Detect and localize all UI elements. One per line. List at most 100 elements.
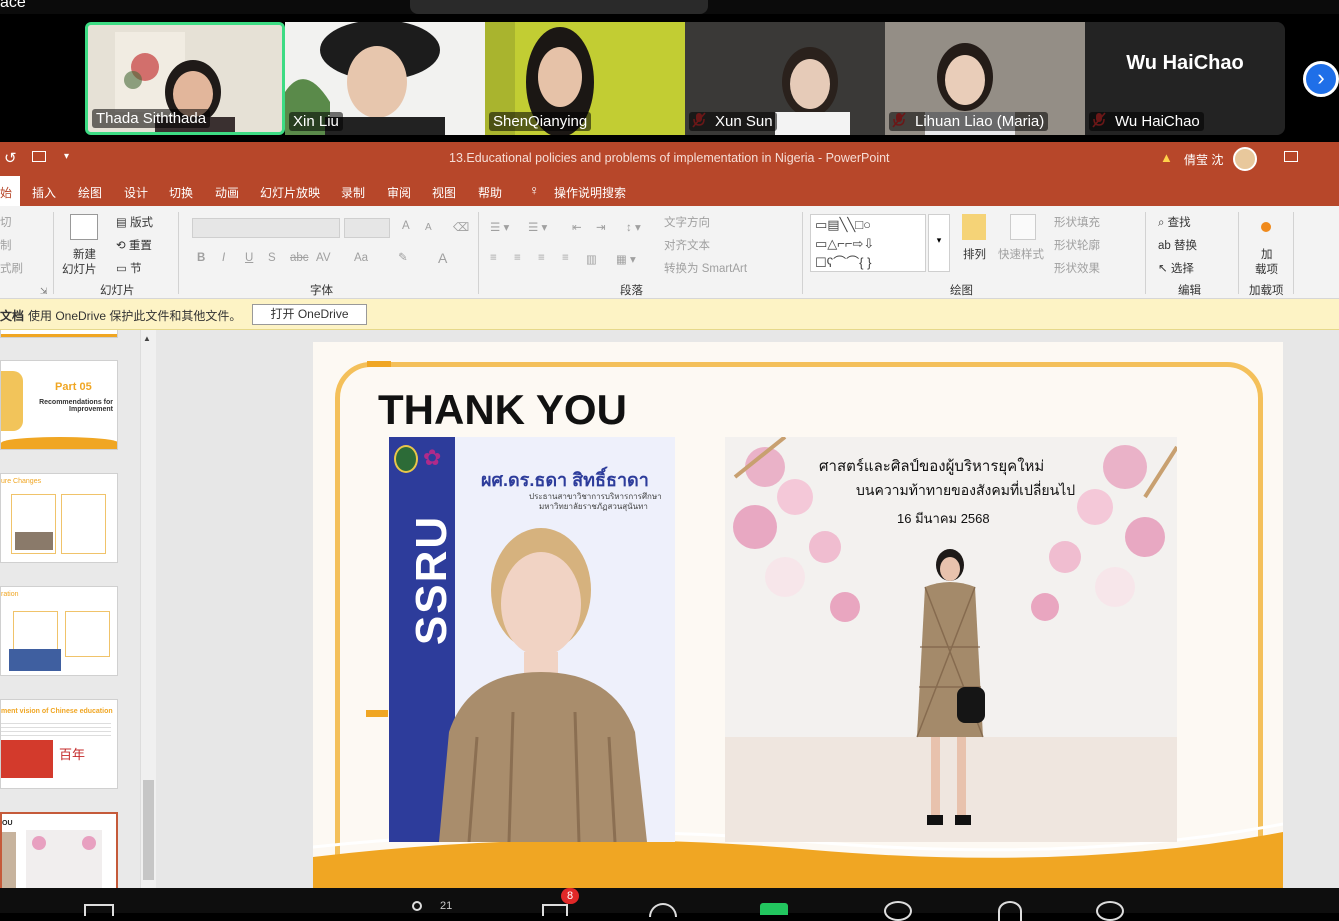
info-icon[interactable] bbox=[884, 901, 912, 921]
tab-slideshow[interactable]: 幻灯片放映 bbox=[260, 184, 320, 201]
cut-button[interactable]: 切 bbox=[0, 214, 12, 230]
change-case-button[interactable]: Aa bbox=[354, 252, 368, 264]
slide-canvas[interactable]: THANK YOU ✿ SSRU ผศ.ดร.ธดา สิทธิ์ธาดา ปร… bbox=[313, 342, 1283, 888]
thumbnail-scrollbar[interactable]: ▲ bbox=[140, 330, 156, 888]
shrink-font-button[interactable]: A bbox=[425, 222, 432, 233]
participant-tile[interactable]: Xin Liu bbox=[285, 22, 485, 135]
profile-poster-image[interactable]: ✿ SSRU ผศ.ดร.ธดา สิทธิ์ธาดา ประธานสาขาวิ… bbox=[389, 437, 675, 842]
new-slide-icon[interactable] bbox=[70, 214, 98, 240]
ribbon-display-icon[interactable] bbox=[1284, 151, 1298, 162]
slide-title[interactable]: THANK YOU bbox=[378, 386, 627, 434]
shadow-button[interactable]: S bbox=[268, 252, 276, 264]
shape-effects-button[interactable]: 形状效果 bbox=[1054, 260, 1100, 276]
increase-indent-icon[interactable]: ⇥ bbox=[596, 220, 606, 234]
text-direction-button[interactable]: 文字方向 bbox=[664, 214, 710, 230]
distribute-icon[interactable]: ▥ bbox=[586, 252, 597, 266]
tab-help[interactable]: 帮助 bbox=[478, 184, 502, 201]
line-spacing-icon[interactable]: ↕ ▾ bbox=[626, 220, 641, 234]
arrange-icon[interactable] bbox=[962, 214, 986, 240]
shapes-more-icon[interactable]: ▾ bbox=[928, 214, 950, 272]
decrease-indent-icon[interactable]: ⇤ bbox=[572, 220, 582, 234]
tab-home[interactable]: 始 bbox=[0, 184, 12, 201]
find-button[interactable]: ⌕ 查找 bbox=[1158, 214, 1191, 230]
tab-review[interactable]: 审阅 bbox=[387, 184, 411, 201]
align-text-button[interactable]: 对齐文本 bbox=[664, 237, 710, 253]
grow-font-button[interactable]: A bbox=[402, 220, 410, 232]
tab-transitions[interactable]: 切换 bbox=[169, 184, 193, 201]
slide-thumbnail[interactable]: Part 05 Recommendations for Improvement bbox=[0, 360, 118, 450]
tell-me-search[interactable]: 操作说明搜索 bbox=[554, 184, 626, 201]
underline-button[interactable]: U bbox=[245, 252, 253, 264]
format-painter-button[interactable]: 式刷 bbox=[0, 260, 23, 276]
section-button[interactable]: ▭ 节 bbox=[116, 260, 142, 276]
participant-tile[interactable]: Xun Sun bbox=[685, 22, 885, 135]
participant-tile[interactable]: Thada Siththada bbox=[85, 22, 285, 135]
scrollbar-thumb[interactable] bbox=[143, 780, 154, 880]
bullets-icon[interactable]: ☰ ▾ bbox=[490, 220, 509, 234]
present-icon[interactable] bbox=[32, 151, 46, 162]
undo-icon[interactable]: ↺ bbox=[4, 149, 17, 167]
layout-button[interactable]: ▤ 版式 bbox=[116, 214, 153, 230]
qat-more-icon[interactable]: ▾ bbox=[64, 151, 69, 162]
shapes-gallery[interactable]: ▭▤╲╲□○ ▭△⌐⌐⇨⇩ ☐ʕ⌒⌒{ } bbox=[810, 214, 926, 272]
new-slide-label[interactable]: 新建 bbox=[73, 246, 96, 262]
participant-tile[interactable]: ShenQianying bbox=[485, 22, 685, 135]
reset-button[interactable]: ⟲ 重置 bbox=[116, 237, 152, 253]
event-photo[interactable]: ศาสตร์และศิลป์ของผู้บริหารยุคใหม่ บนความ… bbox=[725, 437, 1177, 842]
tab-record[interactable]: 录制 bbox=[341, 184, 365, 201]
next-page-button[interactable]: › bbox=[1303, 61, 1339, 97]
meeting-info-pill[interactable] bbox=[410, 0, 708, 14]
chat-icon[interactable] bbox=[542, 904, 568, 916]
align-left-icon[interactable]: ≡ bbox=[490, 252, 497, 264]
shape-fill-button[interactable]: 形状填充 bbox=[1054, 214, 1100, 230]
tab-design[interactable]: 设计 bbox=[124, 184, 148, 201]
font-name-field[interactable] bbox=[192, 218, 340, 238]
video-icon[interactable] bbox=[84, 904, 114, 916]
tab-draw[interactable]: 绘图 bbox=[78, 184, 102, 201]
slide-thumbnail[interactable]: ration bbox=[0, 586, 118, 676]
align-right-icon[interactable]: ≡ bbox=[538, 252, 545, 264]
font-size-field[interactable] bbox=[344, 218, 390, 238]
clear-format-icon[interactable]: ⌫ bbox=[453, 220, 469, 234]
scroll-up-icon[interactable]: ▲ bbox=[143, 334, 151, 343]
participant-tile[interactable]: Wu HaiChao Wu HaiChao bbox=[1085, 22, 1285, 135]
open-onedrive-button[interactable]: 打开 OneDrive bbox=[252, 304, 367, 325]
shape-outline-button[interactable]: 形状轮廓 bbox=[1054, 237, 1100, 253]
user-name[interactable]: 倩莹 沈 bbox=[1184, 151, 1223, 168]
copy-button[interactable]: 制 bbox=[0, 237, 12, 253]
highlight-icon[interactable]: ✎ bbox=[398, 250, 408, 264]
numbering-icon[interactable]: ☰ ▾ bbox=[528, 220, 547, 234]
apps-icon[interactable] bbox=[998, 901, 1022, 921]
select-button[interactable]: ↖ 选择 bbox=[1158, 260, 1194, 276]
participant-tile[interactable]: Lihuan Liao (Maria) bbox=[885, 22, 1085, 135]
quick-styles-button[interactable]: 快速样式 bbox=[998, 246, 1044, 262]
dialog-launcher-icon[interactable]: ⇲ bbox=[40, 286, 48, 297]
quick-styles-icon[interactable] bbox=[1010, 214, 1036, 240]
replace-button[interactable]: ab 替换 bbox=[1158, 237, 1197, 253]
addins-label[interactable]: 加 bbox=[1261, 246, 1273, 262]
addins-icon[interactable] bbox=[1261, 222, 1271, 232]
tab-animations[interactable]: 动画 bbox=[215, 184, 239, 201]
justify-icon[interactable]: ≡ bbox=[562, 252, 569, 264]
bold-button[interactable]: B bbox=[197, 252, 205, 264]
avatar[interactable] bbox=[1233, 147, 1257, 171]
addins-button[interactable]: 载项 bbox=[1255, 261, 1278, 277]
slide-thumbnail[interactable]: ure Changes bbox=[0, 473, 118, 563]
slide-thumbnail[interactable]: ment vision of Chinese education 百年 bbox=[0, 699, 118, 789]
smartart-button[interactable]: 转换为 SmartArt bbox=[664, 260, 747, 276]
align-center-icon[interactable]: ≡ bbox=[514, 252, 521, 264]
arrange-button[interactable]: 排列 bbox=[963, 246, 986, 262]
columns-icon[interactable]: ▦ ▾ bbox=[616, 252, 636, 266]
more-icon[interactable] bbox=[1096, 901, 1124, 921]
slide-thumbnail[interactable] bbox=[0, 330, 118, 338]
strikethrough-button[interactable]: abc bbox=[290, 252, 309, 264]
tab-view[interactable]: 视图 bbox=[432, 184, 456, 201]
tab-insert[interactable]: 插入 bbox=[32, 184, 56, 201]
slide-thumbnails[interactable]: Part 05 Recommendations for Improvement … bbox=[0, 330, 140, 902]
react-icon[interactable] bbox=[649, 903, 677, 917]
italic-button[interactable]: I bbox=[222, 252, 225, 264]
new-slide-button[interactable]: 幻灯片 bbox=[62, 261, 97, 277]
font-color-button[interactable]: A bbox=[438, 250, 447, 266]
char-spacing-button[interactable]: AV bbox=[316, 252, 331, 264]
share-screen-icon[interactable] bbox=[760, 903, 788, 915]
